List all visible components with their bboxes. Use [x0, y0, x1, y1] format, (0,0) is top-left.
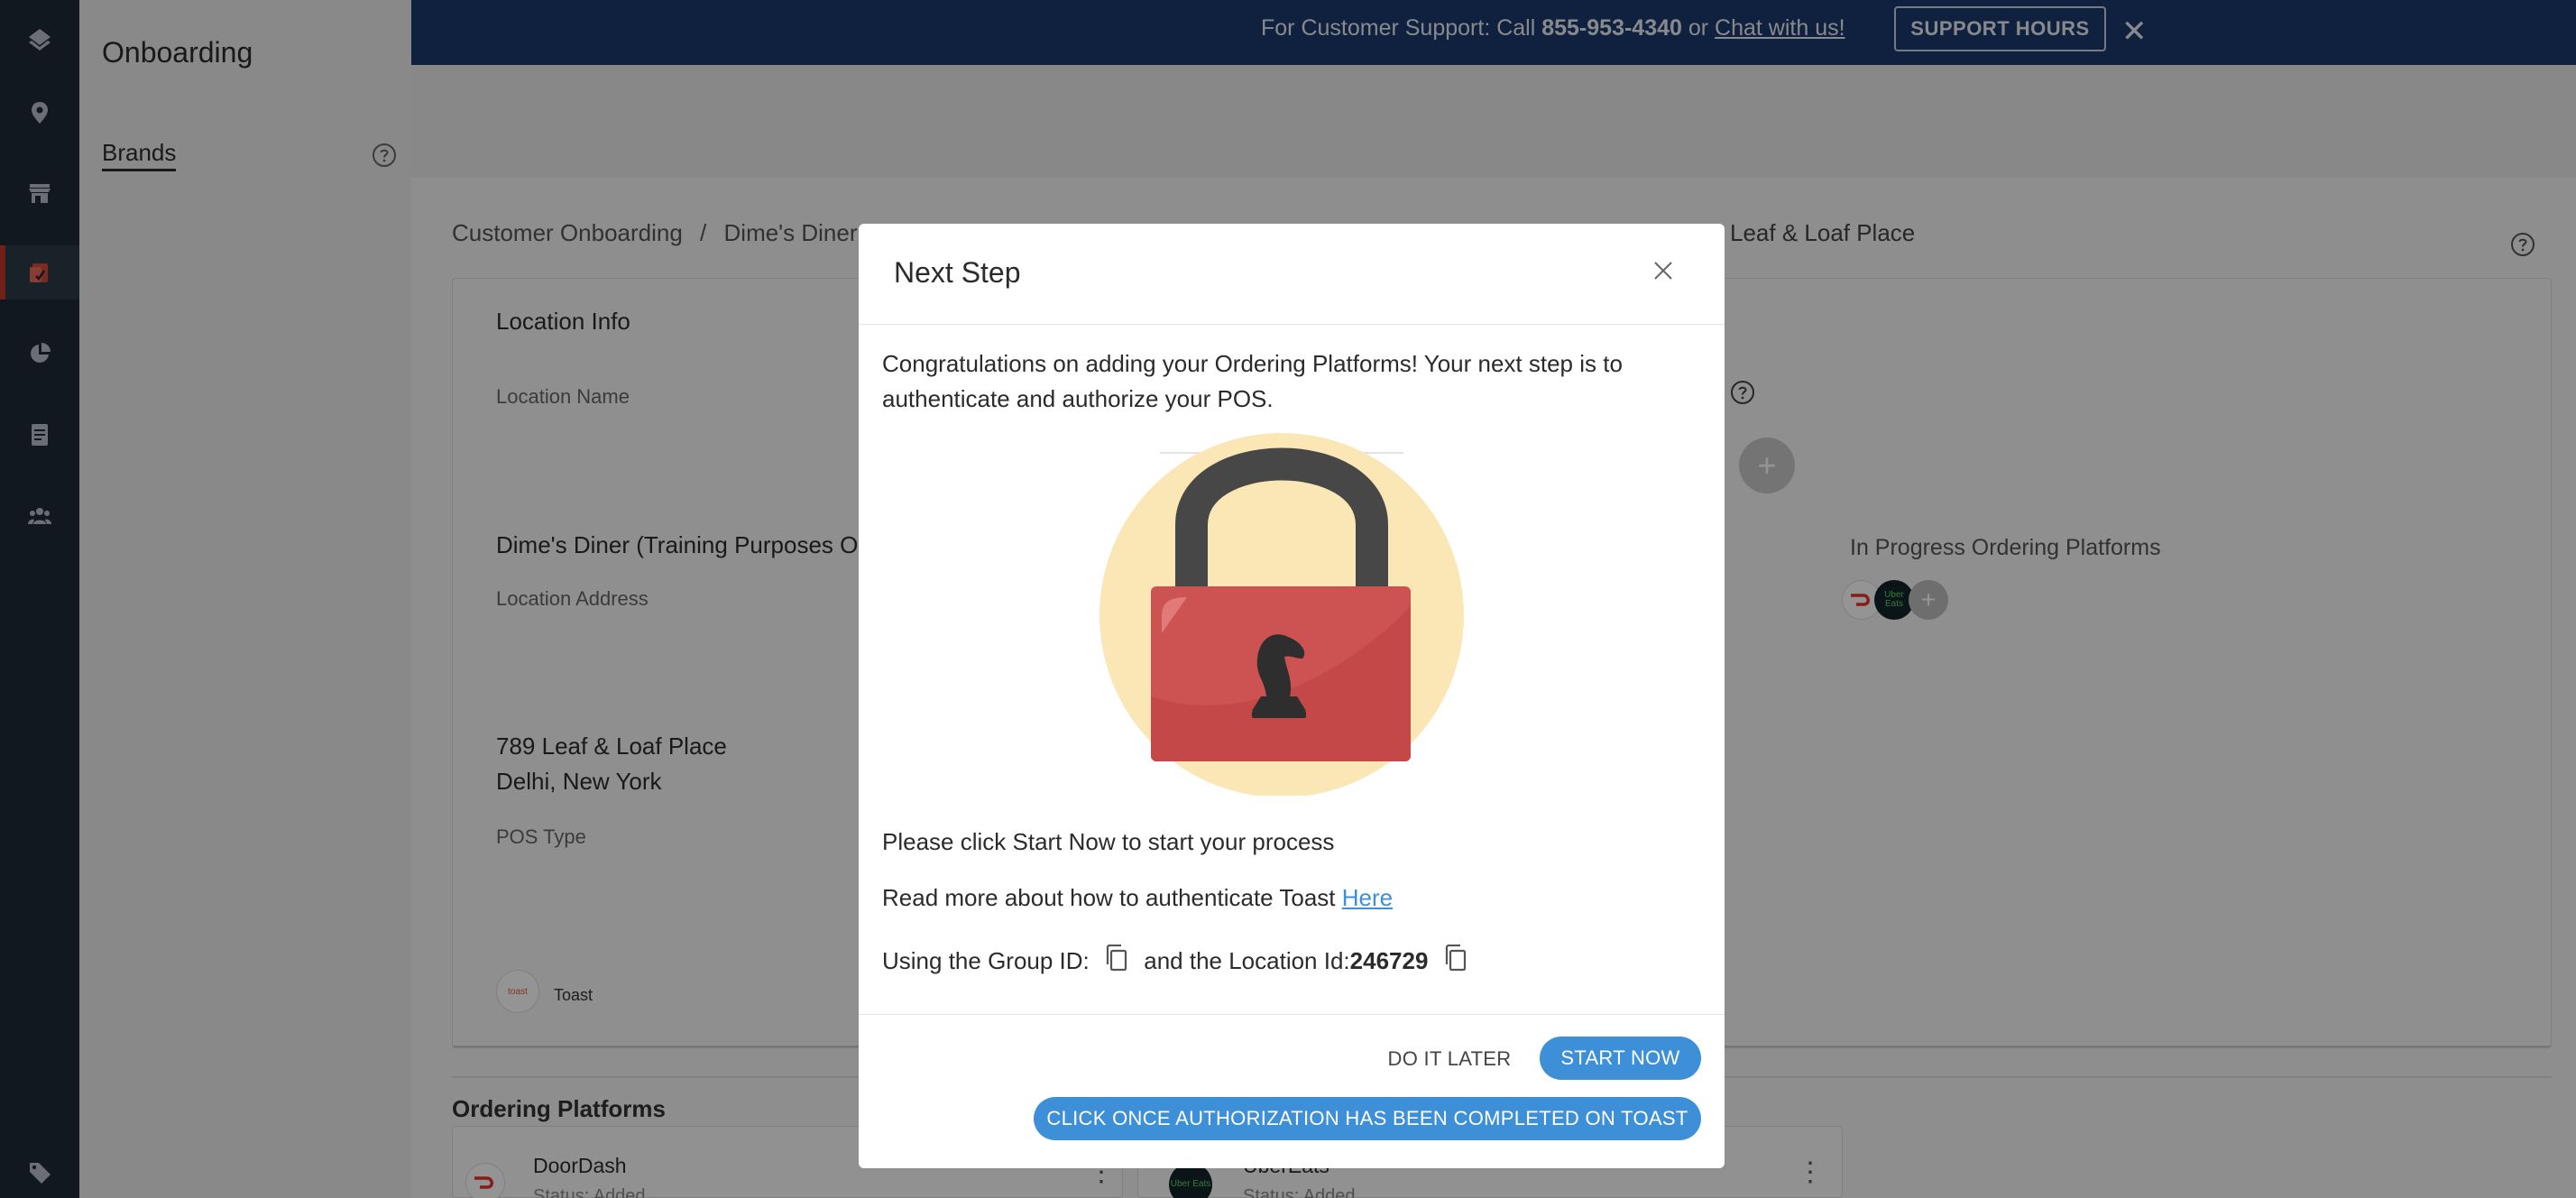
group-id-label: Using the Group ID: [882, 947, 1090, 974]
next-step-modal: Next Step Congratulations on adding your… [859, 224, 1725, 1168]
modal-title: Next Step [894, 256, 1021, 289]
modal-footer-divider [859, 1014, 1725, 1015]
lock-icon [1097, 426, 1467, 797]
copy-location-id-icon[interactable] [1444, 944, 1467, 981]
do-it-later-button[interactable]: DO IT LATER [1377, 1037, 1522, 1081]
intro-line-2: authenticate and authorize your POS. [882, 385, 1274, 412]
close-icon[interactable] [1643, 251, 1683, 290]
authorization-complete-button[interactable]: CLICK ONCE AUTHORIZATION HAS BEEN COMPLE… [1034, 1097, 1701, 1140]
modal-header: Next Step [859, 224, 1725, 325]
start-now-button[interactable]: START NOW [1540, 1037, 1701, 1080]
location-id-value: 246729 [1349, 947, 1429, 974]
read-more-text: Read more about how to authenticate Toas… [882, 880, 1393, 916]
ids-row: Using the Group ID: and the Location Id:… [882, 944, 1477, 981]
here-link[interactable]: Here [1342, 884, 1393, 911]
copy-group-id-icon[interactable] [1105, 944, 1128, 981]
click-start-instruction: Please click Start Now to start your pro… [882, 828, 1335, 855]
read-more-label: Read more about how to authenticate Toas… [882, 884, 1342, 911]
intro-line-1: Congratulations on adding your Ordering … [882, 350, 1623, 377]
location-id-label: and the Location Id: [1144, 947, 1350, 974]
